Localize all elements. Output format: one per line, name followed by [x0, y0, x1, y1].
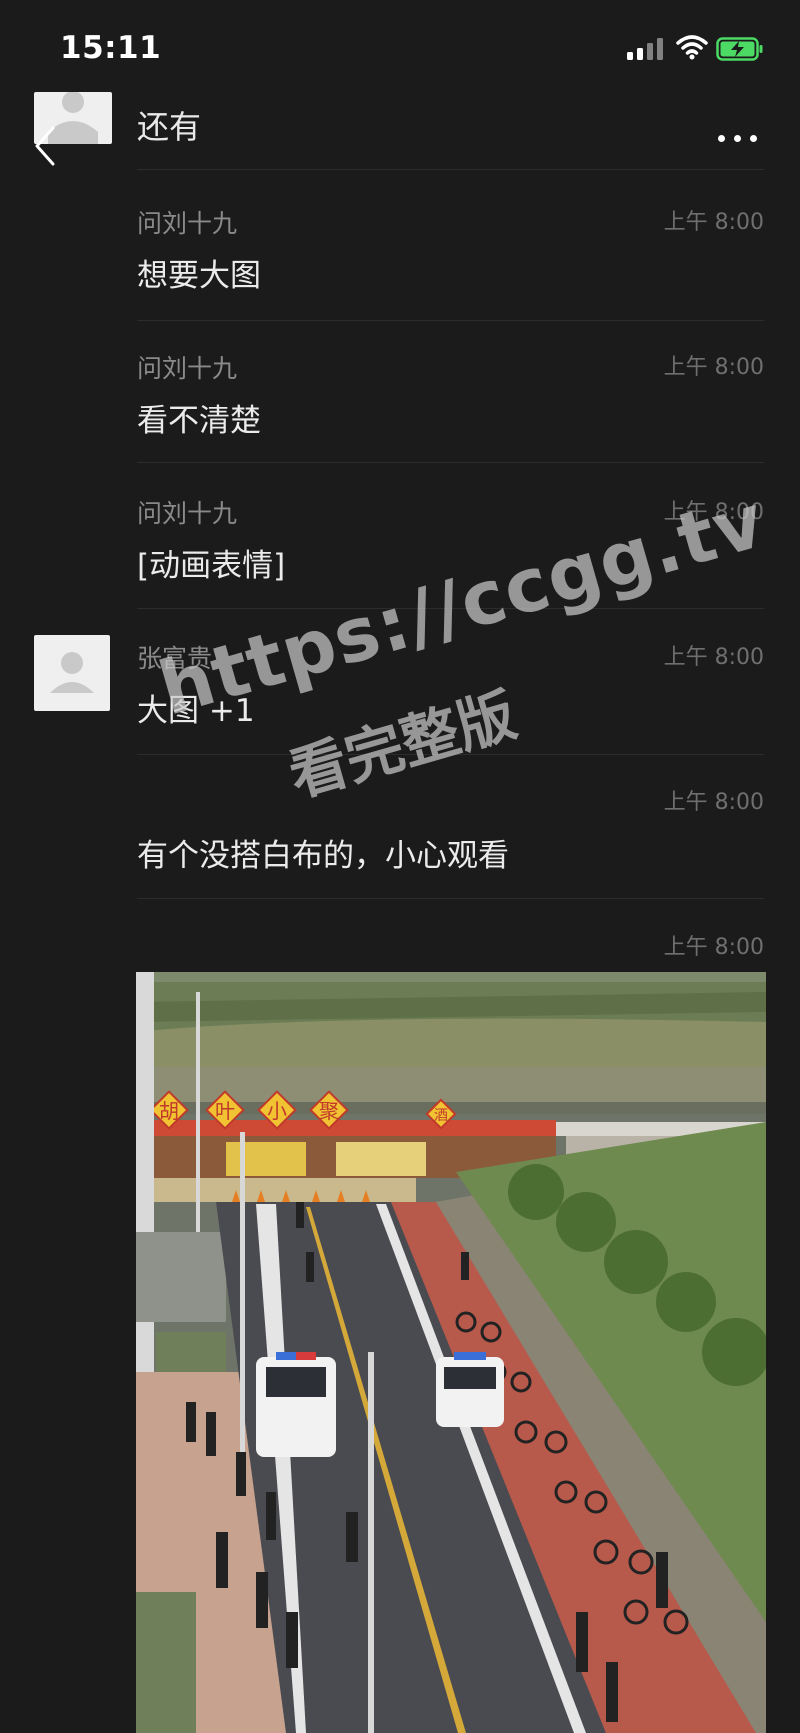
- message-item[interactable]: 问刘十九 上午 8:00 想要大图: [0, 190, 800, 335]
- sign-text: 小: [267, 1099, 287, 1123]
- message-time: 上午 8:00: [663, 500, 764, 525]
- battery-charging-icon: [716, 37, 763, 61]
- divider: [137, 754, 764, 755]
- more-dot-icon: [734, 135, 741, 142]
- message-sender: 问刘十九: [137, 209, 238, 238]
- message-item[interactable]: 上午 8:00 有个没搭白布的，小心观看: [0, 770, 800, 915]
- more-options-button[interactable]: [718, 135, 764, 145]
- message-sender: 张富贵: [137, 644, 213, 673]
- back-arrow-icon[interactable]: [34, 126, 56, 166]
- divider: [137, 898, 764, 899]
- more-dot-icon: [750, 135, 757, 142]
- message-text: 大图 +1: [137, 693, 255, 729]
- more-dot-icon: [718, 135, 725, 142]
- divider: [137, 608, 764, 609]
- message-sender: 问刘十九: [137, 499, 238, 528]
- message-time: 上午 8:00: [663, 790, 764, 815]
- message-time: 上午 8:00: [663, 935, 764, 960]
- divider: [137, 169, 764, 170]
- chat-title: 还有: [137, 108, 202, 146]
- sign-text: 聚: [319, 1099, 339, 1123]
- message-text: 有个没搭白布的，小心观看: [137, 838, 509, 874]
- message-sender: 问刘十九: [137, 354, 238, 383]
- message-photo[interactable]: 胡 叶 小 聚 酒: [136, 972, 766, 1733]
- sign-text: 酒: [434, 1108, 448, 1124]
- message-text: [动画表情]: [137, 548, 286, 584]
- message-item[interactable]: 张富贵 上午 8:00 大图 +1: [0, 625, 800, 770]
- sign-text: 胡: [159, 1099, 179, 1123]
- message-time: 上午 8:00: [663, 210, 764, 235]
- status-bar: 15:11: [0, 0, 800, 96]
- divider: [137, 462, 764, 463]
- cellular-signal-icon: [627, 38, 665, 60]
- message-item[interactable]: 问刘十九 上午 8:00 看不清楚: [0, 335, 800, 480]
- message-text: 想要大图: [137, 258, 261, 294]
- wifi-icon: [676, 35, 708, 60]
- divider: [137, 320, 764, 321]
- default-avatar-icon: [50, 652, 94, 693]
- message-time: 上午 8:00: [663, 355, 764, 380]
- status-time: 15:11: [60, 30, 162, 66]
- street-photo: 胡 叶 小 聚 酒: [136, 972, 766, 1733]
- chat-header: 还有: [0, 88, 800, 168]
- message-item[interactable]: 问刘十九 上午 8:00 [动画表情]: [0, 480, 800, 625]
- message-text: 看不清楚: [137, 403, 261, 439]
- sender-avatar[interactable]: [34, 635, 110, 711]
- message-time: 上午 8:00: [663, 645, 764, 670]
- sign-text: 叶: [215, 1099, 235, 1123]
